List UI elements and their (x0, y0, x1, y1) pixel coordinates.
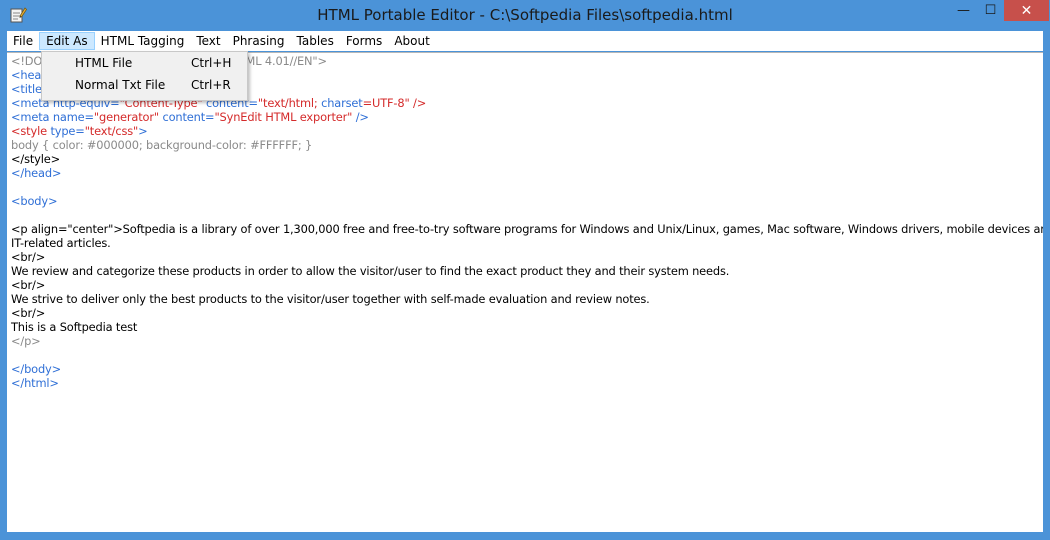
code-token: charset (321, 96, 363, 110)
window-title: HTML Portable Editor - C:\Softpedia File… (317, 6, 733, 24)
code-token: =UTF-8" (362, 96, 410, 110)
menu-phrasing[interactable]: Phrasing (227, 32, 291, 50)
minimize-button[interactable]: — (950, 0, 977, 21)
code-line: <br/> (11, 278, 1039, 292)
code-token: content= (159, 110, 215, 124)
menu-item-shortcut: Ctrl+R (191, 78, 231, 92)
menu-item-label: Normal Txt File (75, 78, 166, 92)
code-line: </p> (11, 334, 1039, 348)
code-line: body { color: #000000; background-color:… (11, 138, 1039, 152)
code-token: </html> (11, 376, 59, 390)
code-token: <p align="center">Softpedia is a library… (11, 222, 1043, 236)
app-window: HTML Portable Editor - C:\Softpedia File… (0, 0, 1050, 540)
menu-text[interactable]: Text (190, 32, 226, 50)
code-editor[interactable]: <!DOCTYPE html PUBLIC "-//W3C//DTD HTML … (7, 52, 1043, 532)
code-line: <body> (11, 194, 1039, 208)
title-bar[interactable]: HTML Portable Editor - C:\Softpedia File… (0, 0, 1050, 31)
code-line: </body> (11, 362, 1039, 376)
code-token: /> (409, 96, 427, 110)
code-text: <!DOCTYPE html PUBLIC "-//W3C//DTD HTML … (11, 54, 1043, 390)
code-line: IT-related articles. (11, 236, 1039, 250)
maximize-icon: ☐ (984, 3, 997, 18)
menu-edit-as[interactable]: Edit As (39, 32, 95, 50)
code-line: </html> (11, 376, 1039, 390)
minimize-icon: — (957, 3, 970, 18)
code-token: </style> (11, 152, 61, 166)
code-line: <p align="center">Softpedia is a library… (11, 222, 1043, 236)
code-token: </body> (11, 362, 62, 376)
code-token: We review and categorize these products … (11, 264, 730, 278)
code-token: "SynEdit HTML exporter" (214, 110, 353, 124)
code-line: This is a Softpedia test (11, 320, 1039, 334)
menu-forms[interactable]: Forms (340, 32, 388, 50)
code-token: "text/html; (257, 96, 322, 110)
code-token: > (138, 124, 148, 138)
code-token: <body> (11, 194, 58, 208)
code-token: <meta name= (11, 110, 94, 124)
maximize-button[interactable]: ☐ (977, 0, 1004, 21)
code-token: IT-related articles. (11, 236, 111, 250)
window-border (0, 532, 1050, 540)
edit-as-dropdown: HTML File Ctrl+H Normal Txt File Ctrl+R (41, 51, 248, 101)
code-token: /> (352, 110, 369, 124)
code-token: <style (11, 124, 51, 138)
code-line: We review and categorize these products … (11, 264, 1039, 278)
code-line: <style type="text/css"> (11, 124, 1039, 138)
menu-bar: File Edit As HTML Tagging Text Phrasing … (7, 31, 1043, 51)
code-token: "text/css" (84, 124, 139, 138)
menu-tables[interactable]: Tables (291, 32, 340, 50)
code-token: <br/> (11, 306, 46, 320)
menu-about[interactable]: About (388, 32, 435, 50)
code-token: </p> (11, 334, 41, 348)
code-token: <br/> (11, 278, 46, 292)
menu-file[interactable]: File (7, 32, 39, 50)
code-line: </style> (11, 152, 1039, 166)
menu-item-html-file[interactable]: HTML File Ctrl+H (42, 52, 247, 74)
code-line: <br/> (11, 306, 1039, 320)
close-icon: ✕ (1020, 2, 1033, 19)
close-button[interactable]: ✕ (1004, 0, 1049, 21)
window-controls: — ☐ ✕ (950, 0, 1049, 21)
code-line: We strive to deliver only the best produ… (11, 292, 1039, 306)
code-token: "generator" (93, 110, 159, 124)
code-token: body { color: #000000; background-color:… (11, 138, 313, 152)
code-line: <meta name="generator" content="SynEdit … (11, 110, 1039, 124)
code-line: </head> (11, 166, 1039, 180)
menu-html-tagging[interactable]: HTML Tagging (95, 32, 191, 50)
code-line: <br/> (11, 250, 1039, 264)
menu-item-normal-txt-file[interactable]: Normal Txt File Ctrl+R (42, 74, 247, 96)
menu-item-label: HTML File (75, 56, 133, 70)
code-token: type= (50, 124, 85, 138)
code-token: </head> (11, 166, 62, 180)
code-token: <br/> (11, 250, 46, 264)
code-token: This is a Softpedia test (11, 320, 138, 334)
menu-item-shortcut: Ctrl+H (191, 56, 232, 70)
code-token: We strive to deliver only the best produ… (11, 292, 650, 306)
